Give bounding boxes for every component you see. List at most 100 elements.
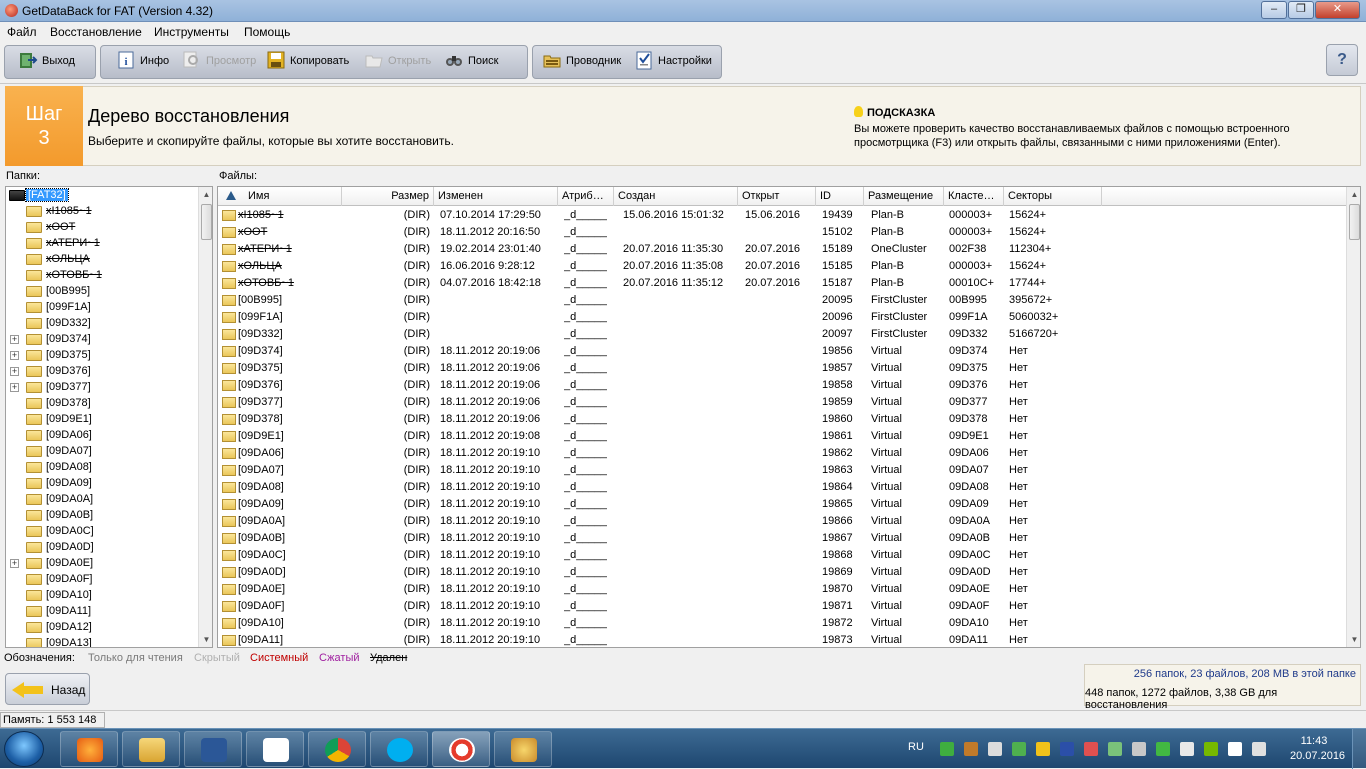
tray-audio-icon[interactable]	[1084, 742, 1098, 756]
tree-item[interactable]: + [09DA0E]	[6, 555, 196, 571]
tree-item[interactable]: [09DA13]	[6, 635, 196, 647]
tree-item[interactable]: [09DA0B]	[6, 507, 196, 523]
scroll-thumb[interactable]	[1349, 204, 1360, 240]
file-row[interactable]: [09DA0A] (DIR) 18.11.2012 20:19:10 _d_____ 1…	[218, 513, 1346, 530]
tray-sync-icon[interactable]	[988, 742, 1002, 756]
taskbar-skype[interactable]	[370, 731, 428, 767]
file-row[interactable]: [09DA09] (DIR) 18.11.2012 20:19:10 _d_____ 1…	[218, 496, 1346, 513]
taskbar-explorer[interactable]	[122, 731, 180, 767]
settings-button[interactable]: Настройки	[634, 51, 720, 70]
column-header-7[interactable]: Размещение	[864, 187, 944, 206]
close-button[interactable]: ✕	[1315, 1, 1360, 19]
file-row[interactable]: [09D376] (DIR) 18.11.2012 20:19:06 _d_____ 1…	[218, 377, 1346, 394]
tree-item[interactable]: [09DA0A]	[6, 491, 196, 507]
file-row[interactable]: [09D374] (DIR) 18.11.2012 20:19:06 _d_____ 1…	[218, 343, 1346, 360]
volume-icon[interactable]	[1252, 742, 1266, 756]
file-row[interactable]: [09D377] (DIR) 18.11.2012 20:19:06 _d_____ 1…	[218, 394, 1346, 411]
back-button[interactable]: Назад	[5, 673, 90, 705]
file-row[interactable]: [09DA0F] (DIR) 18.11.2012 20:19:10 _d_____ 1…	[218, 598, 1346, 615]
files-scrollbar[interactable]: ▲ ▼	[1346, 187, 1360, 647]
explorer-button[interactable]: Проводник	[542, 52, 628, 70]
column-header-8[interactable]: Класте…	[944, 187, 1004, 206]
tree-item[interactable]: [09DA11]	[6, 603, 196, 619]
warning-icon[interactable]	[1036, 742, 1050, 756]
taskbar-getdataback[interactable]	[432, 731, 490, 767]
column-header-0[interactable]: Имя	[218, 187, 342, 206]
scroll-down-icon[interactable]: ▼	[1347, 632, 1360, 647]
tree-item[interactable]: [00B995]	[6, 283, 196, 299]
tray-download-icon[interactable]	[940, 742, 954, 756]
file-row[interactable]: [09D9E1] (DIR) 18.11.2012 20:19:08 _d_____ 1…	[218, 428, 1346, 445]
help-button[interactable]: ?	[1326, 44, 1358, 76]
tree-item[interactable]: [09DA09]	[6, 475, 196, 491]
file-row[interactable]: xОЛЬЦА (DIR) 16.06.2016 9:28:12 _d_____ 20.0…	[218, 258, 1346, 275]
tree-item[interactable]: [09DA0F]	[6, 571, 196, 587]
tree-item[interactable]: [099F1A]	[6, 299, 196, 315]
expand-icon[interactable]: +	[10, 351, 19, 360]
menu-recovery[interactable]: Восстановление	[50, 25, 142, 39]
file-row[interactable]: [09DA10] (DIR) 18.11.2012 20:19:10 _d_____ 1…	[218, 615, 1346, 632]
start-button[interactable]	[4, 731, 44, 767]
tray-update-icon[interactable]	[1012, 742, 1026, 756]
language-indicator[interactable]: RU	[908, 741, 924, 753]
tree-item[interactable]: [09DA08]	[6, 459, 196, 475]
clock[interactable]: 11:43 20.07.2016	[1290, 734, 1345, 764]
open-button[interactable]: Открыть	[364, 52, 436, 70]
file-row[interactable]: xI1085~1 (DIR) 07.10.2014 17:29:50 _d_____ 1…	[218, 207, 1346, 224]
scroll-up-icon[interactable]: ▲	[199, 187, 212, 202]
file-row[interactable]: [09DA0C] (DIR) 18.11.2012 20:19:10 _d_____ 1…	[218, 547, 1346, 564]
menu-file[interactable]: Файл	[7, 25, 37, 39]
file-row[interactable]: [09DA11] (DIR) 18.11.2012 20:19:10 _d_____ 1…	[218, 632, 1346, 647]
column-header-6[interactable]: ID	[816, 187, 864, 206]
taskbar-font-app[interactable]	[246, 731, 304, 767]
expand-icon[interactable]: +	[10, 367, 19, 376]
expand-icon[interactable]: +	[10, 383, 19, 392]
tree-item[interactable]: xАТЕРИ~1	[6, 235, 196, 251]
column-header-9[interactable]: Секторы	[1004, 187, 1102, 206]
taskbar-chrome[interactable]	[308, 731, 366, 767]
column-header-4[interactable]: Создан	[614, 187, 738, 206]
column-header-3[interactable]: Атриб…	[558, 187, 614, 206]
file-row[interactable]: [00B995] (DIR) _d_____ 20095 FirstCluster 00B…	[218, 292, 1346, 309]
nvidia-icon[interactable]	[1204, 742, 1218, 756]
menu-help[interactable]: Помощь	[244, 25, 290, 39]
tray-app-icon[interactable]	[964, 742, 978, 756]
tray-usb-icon[interactable]	[1132, 742, 1146, 756]
tree-item[interactable]: [09DA07]	[6, 443, 196, 459]
tray-display-icon[interactable]	[1180, 742, 1194, 756]
file-row[interactable]: [09DA0E] (DIR) 18.11.2012 20:19:10 _d_____ 1…	[218, 581, 1346, 598]
tree-item[interactable]: [09DA0D]	[6, 539, 196, 555]
file-row[interactable]: [09D378] (DIR) 18.11.2012 20:19:06 _d_____ 1…	[218, 411, 1346, 428]
scroll-thumb[interactable]	[201, 204, 212, 240]
expand-icon[interactable]: +	[10, 559, 19, 568]
minimize-button[interactable]: –	[1261, 1, 1287, 19]
tree-item[interactable]: xOOT	[6, 219, 196, 235]
column-header-5[interactable]: Открыт	[738, 187, 816, 206]
expand-icon[interactable]: +	[10, 335, 19, 344]
show-desktop-button[interactable]	[1352, 729, 1366, 769]
file-row[interactable]: [099F1A] (DIR) _d_____ 20096 FirstCluster 099…	[218, 309, 1346, 326]
tree-item[interactable]: [09DA10]	[6, 587, 196, 603]
copy-button[interactable]: Копировать	[266, 51, 358, 70]
tree-item[interactable]: xОЛЬЦА	[6, 251, 196, 267]
tree-item[interactable]: [09D332]	[6, 315, 196, 331]
tree-item[interactable]: + [09D376]	[6, 363, 196, 379]
tree-item[interactable]: [FAT32]	[6, 187, 196, 203]
scroll-up-icon[interactable]: ▲	[1347, 187, 1360, 202]
tree-item[interactable]: [09D378]	[6, 395, 196, 411]
file-row[interactable]: [09D332] (DIR) _d_____ 20097 FirstCluster 09D…	[218, 326, 1346, 343]
file-row[interactable]: xАТЕРИ~1 (DIR) 19.02.2014 23:01:40 _d_____ 2…	[218, 241, 1346, 258]
tree-item[interactable]: + [09D374]	[6, 331, 196, 347]
tree-item[interactable]: xОТОВБ~1	[6, 267, 196, 283]
taskbar-paint[interactable]	[494, 731, 552, 767]
tray-network-app-icon[interactable]	[1156, 742, 1170, 756]
taskbar-firefox[interactable]	[60, 731, 118, 767]
tree-item[interactable]: [09DA06]	[6, 427, 196, 443]
file-row[interactable]: xОТОВБ~1 (DIR) 04.07.2016 18:42:18 _d_____ 2…	[218, 275, 1346, 292]
file-row[interactable]: [09DA0B] (DIR) 18.11.2012 20:19:10 _d_____ 1…	[218, 530, 1346, 547]
info-button[interactable]: i Инфо	[116, 51, 176, 70]
file-row[interactable]: [09D375] (DIR) 18.11.2012 20:19:06 _d_____ 1…	[218, 360, 1346, 377]
maximize-button[interactable]: ❐	[1288, 1, 1314, 19]
search-button[interactable]: Поиск	[444, 52, 508, 70]
column-header-1[interactable]: Размер	[342, 187, 434, 206]
